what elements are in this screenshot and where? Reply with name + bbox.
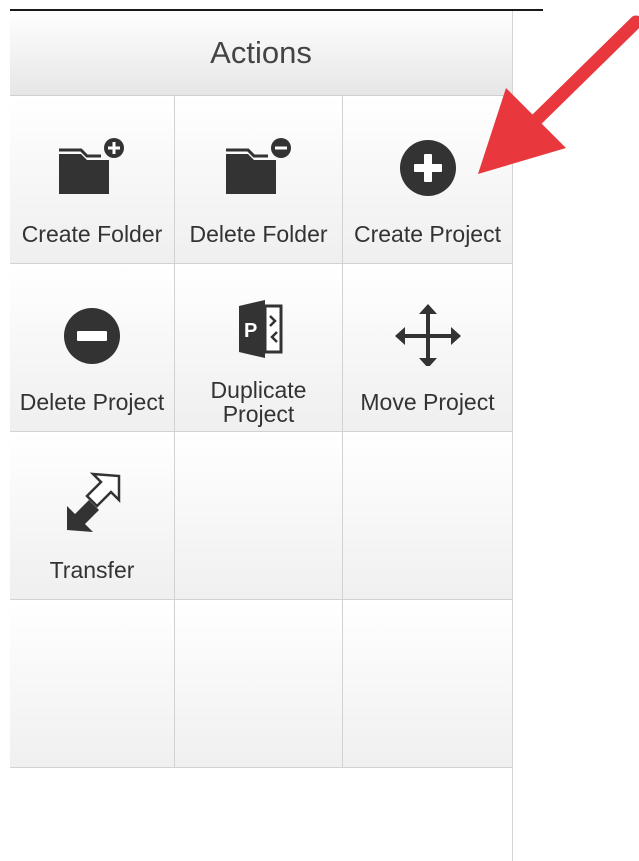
panel-title: Actions [210, 35, 312, 70]
action-label: Delete Folder [189, 221, 328, 247]
page: Actions Create Folder Delete Folder Crea… [0, 0, 639, 861]
action-label: Create Folder [21, 221, 163, 247]
actions-grid: Create Folder Delete Folder Create Proje… [10, 96, 512, 768]
empty-cell [343, 600, 512, 768]
folder-remove-icon [224, 136, 294, 198]
plus-circle-icon [393, 136, 463, 198]
actions-panel: Actions Create Folder Delete Folder Crea… [10, 11, 513, 861]
empty-cell [175, 432, 343, 600]
annotation-arrow-icon [478, 15, 639, 174]
move-arrows-icon [393, 304, 463, 366]
folder-add-icon [57, 136, 127, 198]
action-label: Create Project [353, 221, 501, 247]
empty-cell [10, 600, 175, 768]
project-duplicate-icon: P [224, 298, 294, 360]
action-label: Transfer [49, 557, 135, 583]
action-label: Duplicate Project [210, 377, 307, 427]
action-label: Move Project [360, 389, 495, 415]
action-label: Delete Project [19, 389, 165, 415]
delete-folder-button[interactable]: Delete Folder [175, 96, 343, 264]
create-folder-button[interactable]: Create Folder [10, 96, 175, 264]
transfer-arrows-icon [57, 472, 127, 534]
transfer-button[interactable]: Transfer [10, 432, 175, 600]
empty-cell [175, 600, 343, 768]
move-project-button[interactable]: Move Project [343, 264, 512, 432]
svg-text:P: P [244, 320, 257, 342]
panel-header: Actions [10, 11, 512, 96]
empty-cell [343, 432, 512, 600]
delete-project-button[interactable]: Delete Project [10, 264, 175, 432]
minus-circle-icon [57, 304, 127, 366]
duplicate-project-button[interactable]: P Duplicate Project [175, 264, 343, 432]
